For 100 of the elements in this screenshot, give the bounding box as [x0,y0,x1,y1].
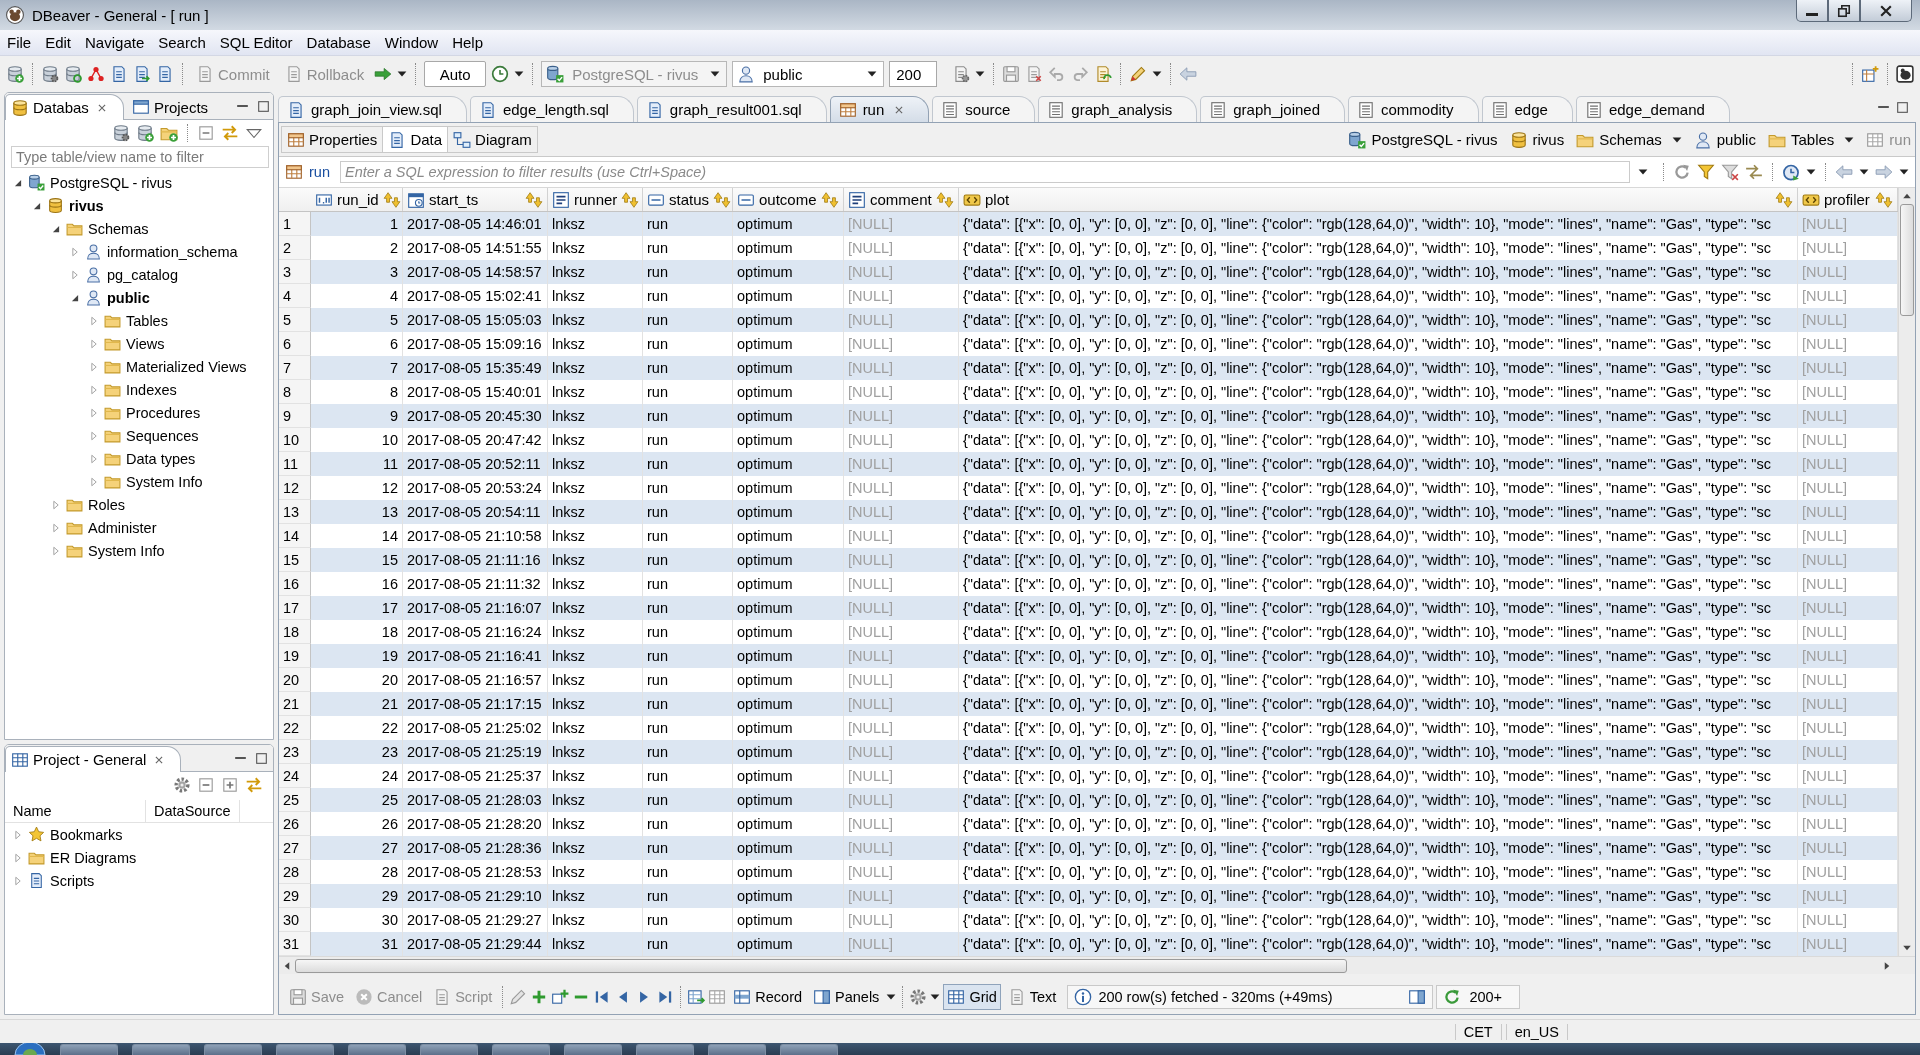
panels-button[interactable]: Panels [809,984,884,1010]
clock-icon[interactable] [491,65,510,83]
sort-icon[interactable] [525,190,543,209]
tree-item[interactable]: Indexes [126,381,177,398]
column-header[interactable]: comment [844,188,959,211]
caret-icon[interactable] [397,69,408,79]
menu-item[interactable]: Database [300,34,379,51]
caret-icon[interactable] [975,69,986,79]
menu-item[interactable]: Help [446,34,491,51]
forward-icon[interactable] [1875,163,1893,181]
tree-item[interactable]: System Info [88,542,165,559]
taskbar-button[interactable] [492,1044,550,1055]
scrollbar-thumb[interactable] [295,958,1347,973]
tree-item[interactable]: Data types [126,450,196,467]
breadcrumb-item[interactable]: Tables [1767,130,1835,149]
caret-icon[interactable] [514,69,525,79]
view-mode-button[interactable]: Grid [943,984,1001,1010]
collapse-icon[interactable] [197,776,215,794]
minimize-icon[interactable] [237,105,249,107]
sort-icon[interactable] [382,190,401,209]
column-header[interactable]: start_ts [403,188,548,211]
editor-tab[interactable]: edge_demand [1575,96,1730,122]
close-icon[interactable] [96,102,107,113]
start-button-icon[interactable] [14,1043,46,1055]
scrollbar-thumb[interactable] [1900,204,1914,316]
tree-item[interactable]: public [107,289,150,306]
table-icon[interactable] [708,988,727,1006]
column-header[interactable]: status [643,188,733,211]
database-add-icon[interactable] [6,65,24,83]
taskbar-button[interactable] [420,1044,478,1055]
swap-arrows-icon[interactable] [221,124,239,142]
sort-icon[interactable] [713,190,732,209]
breadcrumb-item[interactable]: PostgreSQL - rivus [1348,130,1498,149]
editor-tab[interactable]: graph_joined [1200,96,1345,122]
tree-item[interactable]: Views [126,335,165,352]
record-button[interactable]: Record [729,984,807,1010]
view-mode-button[interactable]: Text [1003,984,1061,1010]
table-add-icon[interactable] [1861,65,1879,83]
commit-mode-button[interactable]: Auto [424,61,487,87]
sort-icon[interactable] [936,190,954,209]
maximize-icon[interactable] [258,100,270,112]
sort-icon[interactable] [1775,190,1793,209]
document-icon[interactable] [156,65,174,83]
filter-field[interactable]: Type table/view name to filter [11,146,269,168]
document-delete-icon[interactable] [1025,65,1044,83]
tree-item[interactable]: PostgreSQL - rivus [50,174,172,191]
menu-item[interactable]: Navigate [79,34,153,51]
editor-tab[interactable]: source [932,96,1036,122]
sort-icon[interactable] [821,190,839,209]
close-icon[interactable] [154,754,165,765]
tree-item[interactable]: Sequences [126,427,199,444]
network-icon[interactable] [87,65,105,83]
sort-icon[interactable] [621,190,640,209]
taskbar-button[interactable] [204,1044,262,1055]
tree-item[interactable]: Administer [88,519,157,536]
table-export-icon[interactable] [687,988,706,1006]
document-arrow-icon[interactable] [133,65,151,83]
minimize-button[interactable] [1796,0,1828,22]
tree-item[interactable]: Materialized Views [126,358,247,375]
clear-filter-icon[interactable] [1721,163,1739,181]
document-refresh-icon[interactable] [1094,65,1113,83]
add-row-icon[interactable] [551,988,570,1006]
tree-item[interactable]: Roles [88,496,126,513]
caret-icon[interactable] [1859,167,1869,177]
filter-icon[interactable] [1697,163,1715,181]
menu-item[interactable]: Window [378,34,447,51]
editor-tab[interactable]: edge [1481,96,1573,122]
swap-arrows-icon[interactable] [245,776,263,794]
taskbar-button[interactable] [708,1044,766,1055]
editor-tab[interactable]: commodity [1348,96,1479,122]
restore-button[interactable] [1828,0,1860,22]
close-button[interactable] [1860,0,1912,22]
schema-combo[interactable]: public [732,61,885,87]
taskbar-button[interactable] [132,1044,190,1055]
database-settings-icon[interactable] [41,65,59,83]
clock-icon[interactable] [1782,163,1800,181]
horizontal-scrollbar[interactable] [279,956,1915,974]
column-header[interactable]: run_id [311,188,403,211]
collapse-icon[interactable] [197,124,215,142]
tree-item[interactable]: rivus [69,197,104,214]
tree-item[interactable]: System Info [126,473,203,490]
editor-tab[interactable]: graph_result001.sql [636,96,827,122]
caret-icon[interactable] [1806,167,1816,177]
maximize-icon[interactable] [1897,101,1908,113]
tree-item[interactable]: pg_catalog [107,266,178,283]
taskbar-button[interactable] [60,1044,118,1055]
taskbar-button[interactable] [276,1044,334,1055]
caret-icon[interactable] [1152,69,1163,79]
column-header[interactable]: Name [5,800,146,822]
panel-tab[interactable]: Projects [125,94,226,119]
view-tab[interactable]: Diagram [448,126,538,153]
expand-icon[interactable] [221,776,239,794]
swap-arrows-icon[interactable] [1745,163,1763,181]
menu-item[interactable]: SQL Editor [213,34,301,51]
tree-item[interactable]: information_schema [107,243,238,260]
tree-item[interactable]: Tables [126,312,168,329]
tree-item[interactable]: ER Diagrams [50,849,137,866]
column-header[interactable]: plot [959,188,1798,211]
taskbar-button[interactable] [636,1044,694,1055]
taskbar-button[interactable] [564,1044,622,1055]
